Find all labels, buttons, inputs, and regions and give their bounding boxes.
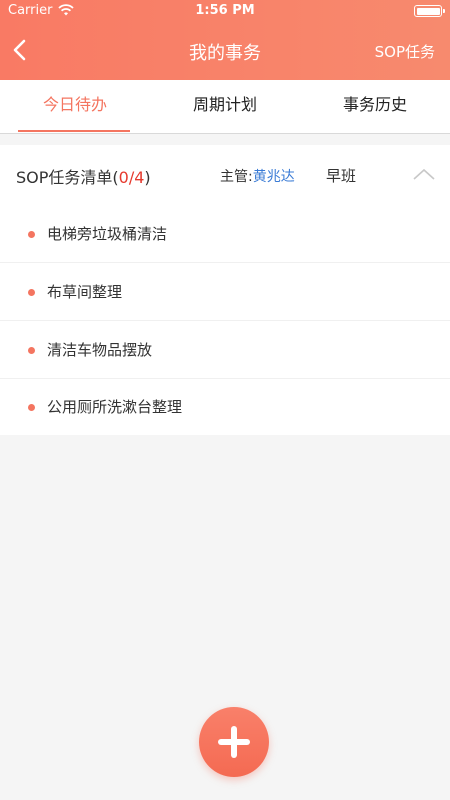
- sop-card-title-text: SOP任务清单: [16, 168, 113, 187]
- status-bar: Carrier 1:56 PM: [0, 0, 450, 22]
- battery-icon: [414, 5, 445, 17]
- task-label: 公用厕所洗漱台整理: [47, 398, 183, 416]
- bullet-icon: [28, 231, 35, 238]
- task-label: 清洁车物品摆放: [47, 341, 153, 359]
- bullet-icon: [28, 404, 35, 411]
- bullet-icon: [28, 289, 35, 296]
- sop-card-title: SOP任务清单(0/4): [16, 168, 151, 187]
- task-label: 布草间整理: [47, 283, 123, 301]
- shift-label: 早班: [326, 167, 357, 185]
- tab-history[interactable]: 事务历史: [300, 80, 450, 134]
- nav-header: Carrier 1:56 PM 我的事务 SOP任务: [0, 0, 450, 80]
- tab-periodic-plan[interactable]: 周期计划: [150, 80, 300, 134]
- supervisor: 主管:黄兆达: [220, 166, 295, 186]
- task-item[interactable]: 布草间整理: [0, 264, 450, 321]
- sop-task-card: SOP任务清单(0/4) 主管:黄兆达 早班 电梯旁垃圾桶清洁 布草间整理 清洁…: [0, 145, 450, 435]
- tab-today-todo[interactable]: 今日待办: [0, 80, 150, 134]
- plus-icon-vertical: [231, 726, 237, 758]
- sop-task-button[interactable]: SOP任务: [375, 41, 435, 62]
- task-item[interactable]: 公用厕所洗漱台整理: [0, 379, 450, 436]
- task-item[interactable]: 清洁车物品摆放: [0, 322, 450, 379]
- supervisor-name: 黄兆达: [252, 169, 295, 185]
- tab-bar: 今日待办 周期计划 事务历史: [0, 80, 450, 134]
- status-time: 1:56 PM: [195, 3, 255, 18]
- add-button[interactable]: [199, 707, 269, 777]
- bullet-icon: [28, 347, 35, 354]
- task-item[interactable]: 电梯旁垃圾桶清洁: [0, 206, 450, 263]
- supervisor-label: 主管:: [220, 169, 253, 185]
- sop-card-header[interactable]: SOP任务清单(0/4) 主管:黄兆达 早班: [0, 145, 450, 203]
- chevron-up-icon[interactable]: [412, 167, 436, 181]
- back-icon[interactable]: [8, 36, 32, 64]
- tab-indicator: [18, 130, 130, 132]
- task-count: 0/4: [118, 168, 145, 187]
- task-label: 电梯旁垃圾桶清洁: [47, 225, 168, 243]
